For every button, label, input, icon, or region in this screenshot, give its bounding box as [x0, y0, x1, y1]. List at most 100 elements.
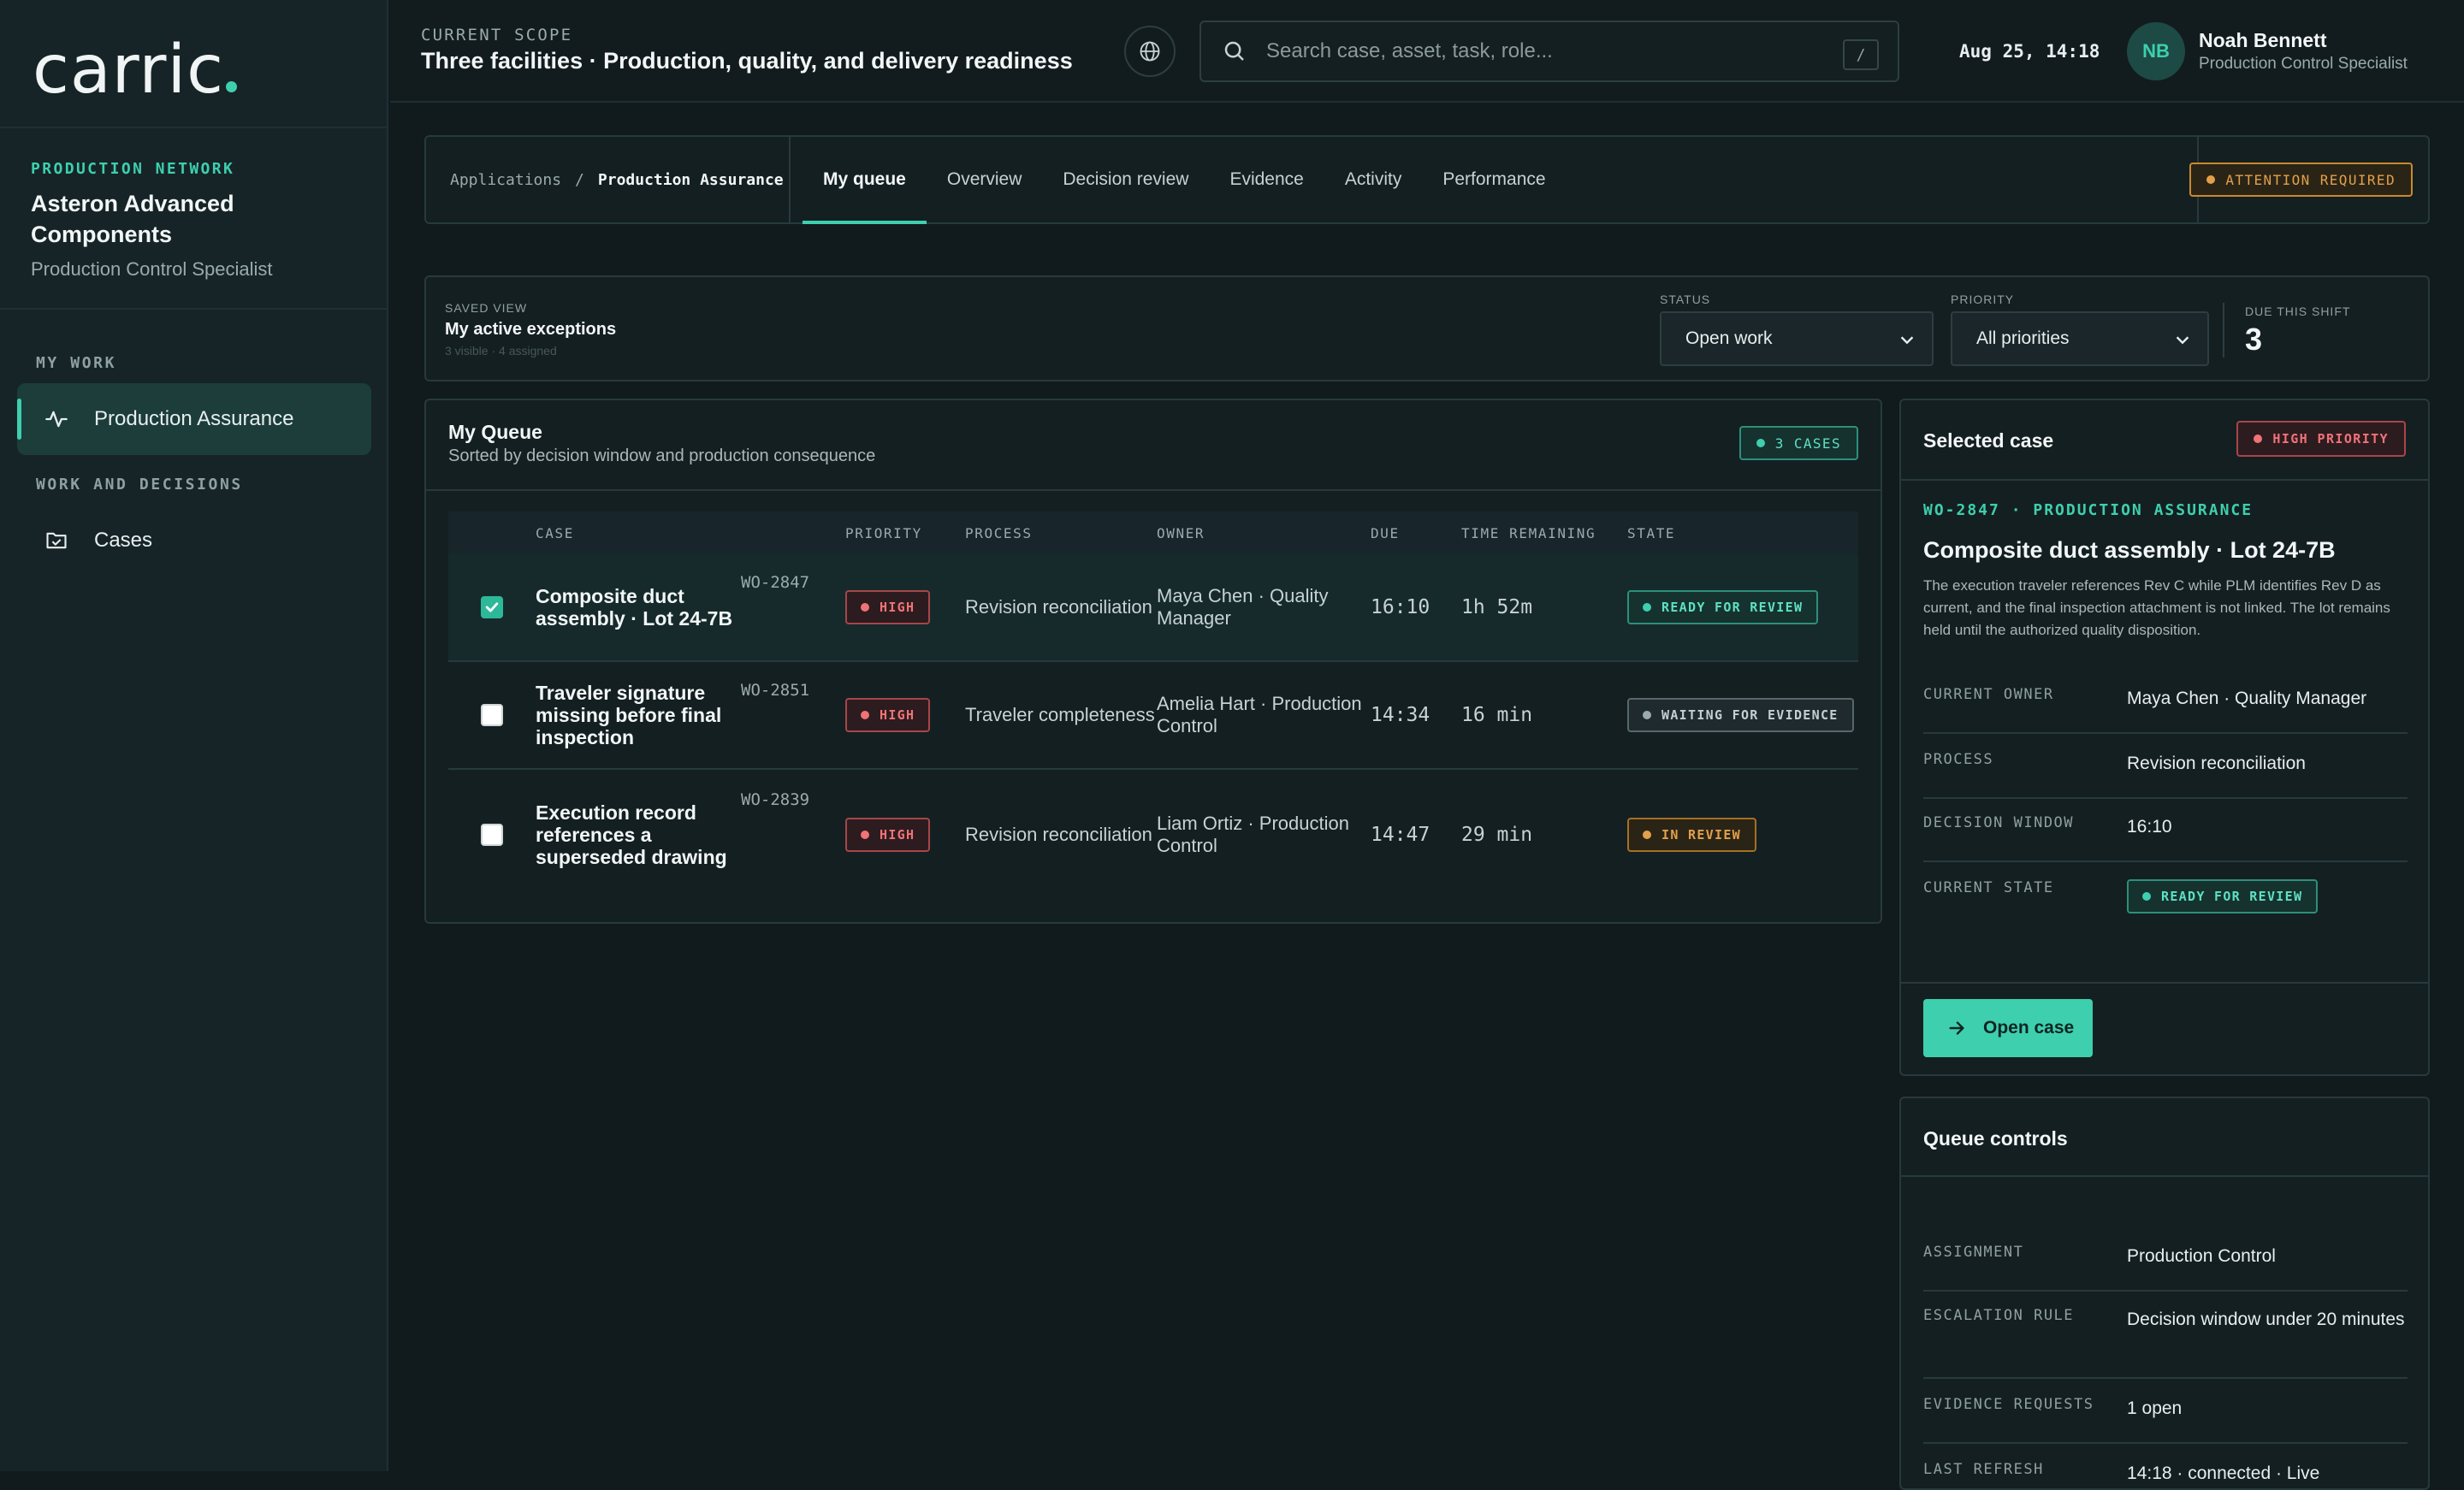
scope-label: CURRENT SCOPE [421, 26, 573, 44]
priority-filter-label: PRIORITY [1951, 293, 2015, 306]
tab-performance[interactable]: Performance [1422, 137, 1566, 222]
tab-my-queue[interactable]: My queue [803, 137, 927, 224]
header-case[interactable]: CASE [536, 525, 845, 541]
header-state[interactable]: STATE [1627, 525, 1675, 541]
state-badge: IN REVIEW [1627, 818, 1756, 852]
status-dot [861, 603, 869, 612]
status-select[interactable]: Open work [1660, 311, 1934, 366]
status-dot [1643, 603, 1651, 612]
detail-row-process: PROCESS Revision reconciliation [1923, 751, 2408, 799]
org-role: Production Control Specialist [31, 258, 273, 280]
breadcrumb: Applications / Production Assurance [450, 137, 784, 222]
control-row-assignment: ASSIGNMENT Production Control [1923, 1244, 2408, 1292]
process-cell: Traveler completeness [965, 704, 1155, 725]
arrow-right-icon [1949, 1021, 1964, 1035]
control-row-escalation: ESCALATION RULE Decision window under 20… [1923, 1307, 2408, 1379]
header-process[interactable]: PROCESS [965, 525, 1157, 541]
logo[interactable]: carric [33, 36, 238, 104]
state-label: IN REVIEW [1661, 827, 1741, 843]
due-this-shift-value: 3 [2245, 322, 2263, 357]
control-label: ESCALATION RULE [1923, 1307, 2075, 1324]
time-remaining-cell: 1h 52m [1461, 596, 1533, 618]
saved-view-name[interactable]: My active exceptions [445, 320, 616, 340]
state-cell: IN REVIEW [1627, 818, 1858, 852]
detail-row-owner: CURRENT OWNER Maya Chen · Quality Manage… [1923, 686, 2408, 734]
due-cell: 16:10 [1371, 596, 1430, 618]
state-badge: READY FOR REVIEW [1627, 590, 1819, 624]
table-row[interactable]: Execution record references a superseded… [448, 770, 1858, 900]
search-input[interactable] [1266, 39, 1831, 63]
case-title[interactable]: Execution record references a superseded… [536, 801, 741, 868]
tab-decision-review[interactable]: Decision review [1042, 137, 1209, 222]
priority-label: HIGH [880, 600, 915, 615]
control-label: EVIDENCE REQUESTS [1923, 1396, 2094, 1413]
row-checkbox[interactable] [481, 596, 503, 618]
sidebar-item-cases[interactable]: Cases [17, 505, 371, 576]
detail-label: PROCESS [1923, 751, 1994, 768]
control-row-evidence: EVIDENCE REQUESTS 1 open [1923, 1396, 2408, 1444]
table-header: CASE PRIORITY PROCESS OWNER DUE TIME REM… [448, 511, 1858, 554]
queue-controls-panel: Queue controls ASSIGNMENT Production Con… [1899, 1097, 2430, 1490]
search-box[interactable]: / [1199, 21, 1899, 82]
detail-value: 16:10 [2127, 817, 2172, 837]
control-value: 14:18 · connected · Live [2127, 1463, 2320, 1483]
tab-overview[interactable]: Overview [927, 137, 1043, 222]
avatar[interactable]: NB [2127, 22, 2185, 80]
priority-badge: HIGH [845, 590, 931, 624]
app-nav-bar: Applications / Production Assurance My q… [424, 135, 2430, 224]
breadcrumb-root[interactable]: Applications [450, 171, 561, 189]
case-count: 3 CASES [1774, 435, 1841, 452]
detail-value: Maya Chen · Quality Manager [2127, 689, 2367, 708]
table-row[interactable]: Traveler signature missing before final … [448, 662, 1858, 770]
priority-badge: HIGH PRIORITY [2236, 421, 2406, 457]
due-cell: 14:34 [1371, 704, 1430, 726]
priority-select-value: All priorities [1976, 328, 2070, 348]
row-checkbox[interactable] [481, 704, 503, 726]
table-row[interactable]: Composite duct assembly · Lot 24-7B WO-2… [448, 554, 1858, 662]
state-badge: READY FOR REVIEW [2127, 879, 2319, 914]
status-filter-label: STATUS [1660, 293, 1711, 306]
search-shortcut: / [1843, 39, 1879, 70]
globe-icon [1140, 41, 1160, 62]
case-title[interactable]: Composite duct assembly · Lot 24-7B [536, 585, 741, 630]
queue-subtitle: Sorted by decision window and production… [448, 446, 876, 465]
header-owner[interactable]: OWNER [1157, 525, 1371, 541]
case-count-badge: 3 CASES [1738, 426, 1858, 460]
open-case-button[interactable]: Open case [1923, 999, 2093, 1057]
control-label: ASSIGNMENT [1923, 1244, 2024, 1261]
user-role: Production Control Specialist [2199, 55, 2408, 73]
control-label: LAST REFRESH [1923, 1461, 2044, 1478]
sidebar-divider [0, 127, 388, 128]
case-heading: Composite duct assembly · Lot 24-7B [1923, 537, 2336, 563]
breadcrumb-current: Production Assurance [597, 170, 784, 189]
header-time-remaining[interactable]: TIME REMAINING [1461, 525, 1627, 541]
globe-button[interactable] [1124, 26, 1176, 77]
sidebar-item-label: Cases [94, 529, 153, 552]
tab-activity[interactable]: Activity [1324, 137, 1423, 222]
priority-label: HIGH [880, 707, 915, 723]
chevron-down-icon [1900, 336, 1914, 345]
status-dot [2206, 175, 2216, 184]
priority-select[interactable]: All priorities [1951, 311, 2209, 366]
open-case-label: Open case [1983, 1018, 2075, 1038]
activity-icon [44, 407, 68, 431]
control-row-refresh: LAST REFRESH 14:18 · connected · Live [1923, 1461, 2408, 1488]
row-checkbox[interactable] [481, 824, 503, 846]
divider [1901, 982, 2428, 984]
queue-table: CASE PRIORITY PROCESS OWNER DUE TIME REM… [448, 511, 1858, 900]
sidebar: carric PRODUCTION NETWORK Asteron Advanc… [0, 0, 388, 1471]
status-dot [1756, 439, 1765, 447]
header-due[interactable]: DUE [1371, 525, 1461, 541]
detail-label: DECISION WINDOW [1923, 814, 2075, 831]
priority-badge: HIGH [845, 818, 931, 852]
tab-evidence[interactable]: Evidence [1209, 137, 1324, 222]
status-dot [861, 831, 869, 839]
status-dot [861, 711, 869, 719]
clock: Aug 25, 14:18 [1959, 41, 2100, 62]
owner-cell: Maya Chen · Quality Manager [1157, 585, 1329, 629]
search-icon [1224, 41, 1244, 61]
divider [426, 489, 1881, 491]
case-title[interactable]: Traveler signature missing before final … [536, 682, 741, 748]
sidebar-item-production-assurance[interactable]: Production Assurance [17, 383, 371, 455]
header-priority[interactable]: PRIORITY [845, 525, 965, 541]
